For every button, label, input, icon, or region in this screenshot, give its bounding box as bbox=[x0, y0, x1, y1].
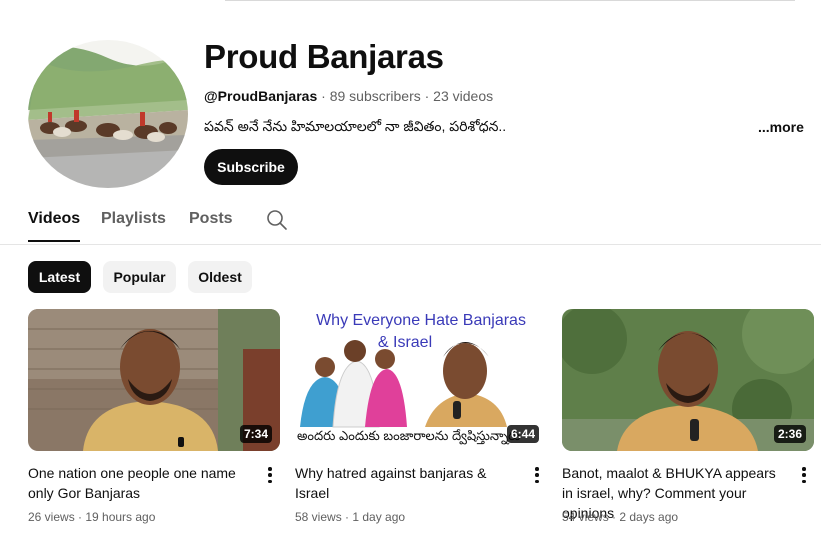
channel-avatar[interactable] bbox=[28, 40, 188, 188]
filter-oldest[interactable]: Oldest bbox=[188, 261, 252, 293]
filter-popular[interactable]: Popular bbox=[103, 261, 176, 293]
tabs-divider bbox=[0, 244, 821, 245]
channel-handle: @ProudBanjaras bbox=[204, 88, 318, 104]
video-card[interactable]: 2:36 Banot, maalot & BHUKYA appears in i… bbox=[562, 309, 814, 524]
video-duration: 2:36 bbox=[773, 425, 806, 443]
tab-posts[interactable]: Posts bbox=[189, 210, 233, 228]
more-vert-icon[interactable] bbox=[798, 465, 810, 485]
channel-title: Proud Banjaras bbox=[204, 38, 444, 75]
channel-description[interactable]: పవన్ అనే నేను హిమాలయాలలో నా జీవితం, పరిశ… bbox=[204, 118, 506, 138]
video-meta: 54 views · 2 days ago bbox=[562, 510, 679, 524]
video-thumbnail[interactable]: 2:36 bbox=[562, 309, 814, 451]
video-meta: 58 views · 1 day ago bbox=[295, 510, 406, 524]
video-duration: 7:34 bbox=[239, 425, 272, 443]
more-button[interactable]: ...more bbox=[758, 119, 804, 135]
video-duration: 6:44 bbox=[506, 425, 539, 443]
top-divider bbox=[225, 0, 795, 1]
thumbnail-subtitle: అందరు ఎందుకు బంజారాలను ద్వేషిస్తున్నారు bbox=[297, 428, 521, 443]
filter-latest[interactable]: Latest bbox=[28, 261, 91, 293]
video-title[interactable]: One nation one people one name only Gor … bbox=[28, 463, 256, 503]
more-vert-icon[interactable] bbox=[264, 465, 276, 485]
video-title[interactable]: Why hatred against banjaras & Israel bbox=[295, 463, 523, 503]
video-card[interactable]: 7:34 One nation one people one name only… bbox=[28, 309, 280, 524]
search-icon[interactable] bbox=[266, 209, 288, 231]
video-thumbnail[interactable]: 7:34 bbox=[28, 309, 280, 451]
thumbnail-caption-line1: Why Everyone Hate Banjaras bbox=[316, 312, 526, 329]
video-meta: 26 views · 19 hours ago bbox=[28, 510, 156, 524]
channel-meta: @ProudBanjaras · 89 subscribers · 23 vid… bbox=[204, 88, 493, 104]
tab-videos[interactable]: Videos bbox=[28, 210, 81, 242]
video-card[interactable]: Why Everyone Hate Banjaras & Israel అందర… bbox=[295, 309, 547, 524]
more-vert-icon[interactable] bbox=[531, 465, 543, 485]
tab-playlists[interactable]: Playlists bbox=[101, 210, 166, 228]
channel-stats: · 89 subscribers · 23 videos bbox=[317, 88, 494, 104]
thumbnail-caption-line2: & Israel bbox=[377, 334, 433, 351]
subscribe-button[interactable]: Subscribe bbox=[204, 149, 298, 185]
video-thumbnail[interactable]: Why Everyone Hate Banjaras & Israel అందర… bbox=[295, 309, 547, 451]
